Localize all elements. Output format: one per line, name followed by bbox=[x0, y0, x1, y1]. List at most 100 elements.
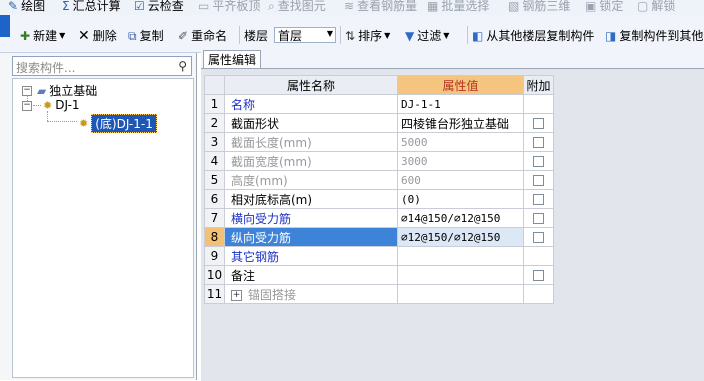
sort-icon: ⇅ bbox=[345, 28, 356, 43]
separator bbox=[340, 26, 341, 44]
toolbar-top-item[interactable]: ▭ 平齐板顶 bbox=[198, 0, 260, 14]
new-button[interactable]: ✚ 新建 ▼ bbox=[20, 27, 65, 44]
toolbar-top-item[interactable]: ✎ 绘图 bbox=[8, 0, 45, 14]
extra-cell bbox=[523, 94, 554, 114]
collapse-icon[interactable]: − bbox=[22, 101, 32, 111]
floor-value: 首层 bbox=[278, 28, 303, 43]
tree-node-root[interactable]: ▰ 独立基础 bbox=[37, 82, 97, 99]
delete-button[interactable]: ✕ 删除 bbox=[78, 27, 117, 44]
tree-node-dj1[interactable]: ✹ DJ-1 bbox=[43, 98, 80, 112]
property-grid: 属性名称 属性值 附加 1 名称 DJ-1-1 2 截面形状 四棱锥台形独立基础 3 截面长度… bbox=[204, 75, 554, 304]
toolbar-top-item[interactable]: ≋ 查看钢筋量 bbox=[344, 0, 417, 14]
find-icon: ⌕ bbox=[268, 0, 275, 13]
toolbar-top-item[interactable]: ▣ 锁定 bbox=[585, 0, 623, 14]
toolbar-top-item[interactable]: ▢ 解锁 bbox=[637, 0, 675, 14]
property-value[interactable] bbox=[397, 284, 524, 304]
property-name: 截面宽度(mm) bbox=[224, 151, 398, 171]
property-value[interactable] bbox=[397, 246, 524, 266]
copy-button[interactable]: ⧉ 复制 bbox=[128, 27, 164, 44]
new-icon: ✚ bbox=[20, 28, 31, 43]
rename-button[interactable]: ✐ 重命名 bbox=[178, 27, 227, 44]
toolbar-top-item[interactable]: ☑ 云检查 bbox=[134, 0, 184, 14]
tree-root-label: 独立基础 bbox=[49, 84, 98, 98]
sort-button[interactable]: ⇅ 排序 ▼ bbox=[345, 27, 390, 44]
property-row[interactable]: 3 截面长度(mm) 5000 bbox=[204, 132, 554, 152]
checkbox[interactable] bbox=[533, 232, 544, 243]
property-value[interactable]: ⌀12@150/⌀12@150 bbox=[397, 227, 524, 247]
property-value[interactable]: ⌀14@150/⌀12@150 bbox=[397, 208, 524, 228]
column-header-name[interactable]: 属性名称 bbox=[224, 75, 398, 95]
foundation-icon: ▰ bbox=[37, 83, 47, 98]
property-value[interactable]: 5000 bbox=[397, 132, 524, 152]
property-row[interactable]: 4 截面宽度(mm) 3000 bbox=[204, 151, 554, 171]
row-number: 5 bbox=[204, 170, 225, 190]
copy-from-floor-button[interactable]: ◧ 从其他楼层复制构件 bbox=[472, 27, 594, 44]
tree-node-dj1-1[interactable]: ✹ (底)DJ-1-1 bbox=[79, 114, 157, 133]
extra-cell bbox=[523, 132, 554, 152]
property-row[interactable]: 9 其它钢筋 bbox=[204, 246, 554, 266]
toolbar-top-label: 锁定 bbox=[599, 0, 624, 13]
unlock-icon: ▢ bbox=[637, 0, 649, 13]
property-name-text: 相对底标高(m) bbox=[231, 192, 313, 207]
sort-label: 排序 bbox=[358, 29, 383, 43]
left-accent-strip bbox=[0, 15, 10, 37]
property-row[interactable]: 5 高度(mm) 600 bbox=[204, 170, 554, 190]
search-input[interactable]: 搜索构件... ⚲ bbox=[12, 56, 192, 76]
floor-select[interactable]: 首层 ▼ bbox=[274, 27, 336, 43]
checkbox[interactable] bbox=[533, 156, 544, 167]
column-header-extra[interactable]: 附加 bbox=[523, 75, 554, 95]
lock-icon: ▣ bbox=[585, 0, 597, 13]
property-name-text: 横向受力筋 bbox=[231, 211, 292, 226]
property-row[interactable]: 10 备注 bbox=[204, 265, 554, 285]
copy-to-floor-label: 复制构件到其他 bbox=[619, 29, 704, 43]
copy-to-floor-button[interactable]: ◨ 复制构件到其他 bbox=[605, 27, 703, 44]
property-value[interactable]: DJ-1-1 bbox=[397, 94, 524, 114]
checkbox[interactable] bbox=[533, 118, 544, 129]
toolbar-top-label: 云检查 bbox=[147, 0, 184, 13]
checkbox[interactable] bbox=[533, 270, 544, 281]
row-number: 6 bbox=[204, 189, 225, 209]
property-value[interactable]: 四棱锥台形独立基础 bbox=[397, 113, 524, 133]
property-value[interactable]: (0) bbox=[397, 189, 524, 209]
collapse-icon[interactable]: − bbox=[22, 86, 32, 96]
property-name-text: 截面长度(mm) bbox=[231, 135, 312, 150]
tab-property-edit[interactable]: 属性编辑 bbox=[203, 50, 262, 68]
expand-icon[interactable]: + bbox=[231, 289, 242, 301]
property-value[interactable]: 3000 bbox=[397, 151, 524, 171]
property-row[interactable]: 6 相对底标高(m) (0) bbox=[204, 189, 554, 209]
property-name: 备注 bbox=[224, 265, 398, 285]
property-name-text: 高度(mm) bbox=[231, 173, 288, 188]
property-name-text: 备注 bbox=[231, 268, 256, 283]
toolbar-top-item[interactable]: ▦ 批量选择 bbox=[427, 0, 489, 14]
component-tree: − ▰ 独立基础 − ✹ DJ-1 ✹ (底)DJ-1-1 bbox=[12, 78, 194, 378]
rename-icon: ✐ bbox=[178, 28, 189, 43]
checkbox[interactable] bbox=[533, 137, 544, 148]
property-row[interactable]: 11 + 锚固搭接 bbox=[204, 284, 554, 304]
rename-label: 重命名 bbox=[191, 29, 228, 43]
property-row[interactable]: 8 纵向受力筋 ⌀12@150/⌀12@150 bbox=[204, 227, 554, 247]
toolbar-top-item[interactable]: ⌕ 查找图元 bbox=[268, 0, 326, 14]
new-label: 新建 bbox=[33, 29, 58, 43]
property-value[interactable]: 600 bbox=[397, 170, 524, 190]
property-name: 其它钢筋 bbox=[224, 246, 398, 266]
toolbar-top-label: 解锁 bbox=[651, 0, 676, 13]
gear-icon: ✹ bbox=[79, 117, 89, 130]
property-row[interactable]: 1 名称 DJ-1-1 bbox=[204, 94, 554, 114]
property-value[interactable] bbox=[397, 265, 524, 285]
toolbar-top-label: 批量选择 bbox=[441, 0, 490, 13]
floor-label: 楼层 bbox=[244, 29, 269, 43]
checkbox[interactable] bbox=[533, 213, 544, 224]
property-row[interactable]: 2 截面形状 四棱锥台形独立基础 bbox=[204, 113, 554, 133]
search-icon[interactable]: ⚲ bbox=[178, 59, 187, 73]
property-row[interactable]: 7 横向受力筋 ⌀14@150/⌀12@150 bbox=[204, 208, 554, 228]
toolbar-top-item[interactable]: Σ 汇总计算 bbox=[62, 0, 121, 14]
row-number: 7 bbox=[204, 208, 225, 228]
property-name: 纵向受力筋 bbox=[224, 227, 398, 247]
filter-button[interactable]: ▼ 过滤 ▼ bbox=[405, 27, 449, 44]
checkbox[interactable] bbox=[533, 194, 544, 205]
property-name: + 锚固搭接 bbox=[224, 284, 398, 304]
checkbox[interactable] bbox=[533, 175, 544, 186]
toolbar-top-item[interactable]: ▧ 钢筋三维 bbox=[508, 0, 570, 14]
row-number: 8 bbox=[204, 227, 225, 247]
column-header-value[interactable]: 属性值 bbox=[397, 75, 524, 95]
